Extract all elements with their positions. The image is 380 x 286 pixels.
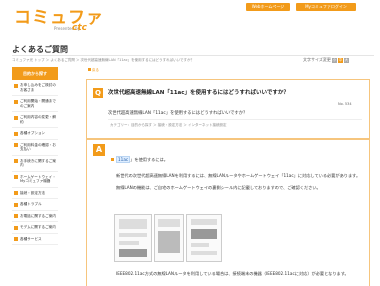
back-link[interactable]: 戻る bbox=[92, 68, 99, 73]
sidebar-item-modem[interactable]: モデムに関するご案内 bbox=[12, 222, 58, 234]
bullet-icon bbox=[14, 131, 18, 136]
answer-line-2: 無線LANの機能は、ご自宅のホームゲートウェイの裏側シール内に記載しておりますの… bbox=[116, 185, 321, 190]
answer-lead: 11ac 」を使用するには。 bbox=[116, 156, 168, 163]
sidebar-item-services[interactable]: 各種サービス bbox=[12, 234, 58, 245]
bullet-icon bbox=[14, 202, 18, 207]
answer-footer: IEEE802.11ac方式の無線LANルータを利用している場合は、接続端末の機… bbox=[116, 271, 349, 276]
bullet-icon bbox=[14, 191, 18, 195]
sidebar-item-change-cancel[interactable]: ご利用内容の変更・解約 bbox=[12, 112, 58, 128]
sidebar-item-procedures[interactable]: お手続きに関するご案内 bbox=[12, 156, 58, 172]
sidebar-item-trouble[interactable]: 各種トラブル bbox=[12, 199, 58, 211]
bullet-icon bbox=[14, 159, 18, 163]
bullet-icon bbox=[14, 214, 18, 218]
page-title: よくあるご質問 bbox=[12, 45, 68, 54]
ctc-logo: ctc bbox=[72, 23, 87, 33]
font-size-small-button[interactable]: 小 bbox=[331, 57, 337, 63]
question-body: 次世代超高速無線LAN「11ac」を使用するにはどうすればいいですか？ bbox=[108, 111, 248, 116]
font-size-medium-button[interactable]: 中 bbox=[337, 57, 343, 63]
question-q-icon: Q bbox=[93, 88, 103, 98]
font-size-large-button[interactable]: 大 bbox=[343, 57, 349, 63]
question-number: No. 534 bbox=[338, 102, 352, 106]
answer-bullet-icon bbox=[111, 158, 114, 161]
sidebar-header: 目的から探す bbox=[12, 67, 58, 80]
title-divider bbox=[12, 55, 374, 56]
question-divider bbox=[108, 119, 362, 120]
answer-lead-text: 」を使用するには。 bbox=[130, 157, 168, 162]
bullet-icon bbox=[14, 175, 18, 179]
question-title: 次世代超高速無線LAN「11ac」を使用するにはどうすればいいですか？ bbox=[108, 90, 289, 96]
my-comufa-login-button[interactable]: Myコミュファログイン bbox=[296, 3, 356, 11]
sidebar: 目的から探す お申し込みをご検討のお客さま ご利用開始・開通までのご案内 ご利用… bbox=[12, 67, 58, 245]
breadcrumb[interactable]: コミュファ光 トップ ＞ よくあるご質問 ＞ 次世代超高速無線LAN「11ac」… bbox=[12, 58, 194, 63]
bullet-icon bbox=[14, 99, 18, 104]
font-size-label: 文字サイズ変更 bbox=[303, 57, 331, 62]
answer-a-icon: A bbox=[93, 144, 105, 156]
answer-highlight: 11ac bbox=[116, 156, 131, 163]
sidebar-item-start-use[interactable]: ご利用開始・開通までのご案内 bbox=[12, 96, 58, 112]
sidebar-item-gateway[interactable]: ホームゲートウェイ・Myコミュファ機器 bbox=[12, 172, 58, 188]
device-label-image-3 bbox=[186, 214, 222, 262]
comufa-logo[interactable]: コミュファ bbox=[14, 9, 104, 27]
font-size-selector: 文字サイズ変更 小 中 大 bbox=[303, 57, 349, 63]
sidebar-item-options[interactable]: 各種オプション bbox=[12, 128, 58, 140]
bullet-icon bbox=[14, 83, 18, 88]
sidebar-item-phone[interactable]: お電話に関するご案内 bbox=[12, 211, 58, 222]
bullet-icon bbox=[14, 143, 18, 147]
sidebar-item-connection[interactable]: 接続・設定方法 bbox=[12, 188, 58, 199]
back-arrow-icon bbox=[88, 68, 91, 71]
sidebar-item-fees[interactable]: ご利用料金の確認・お支払い bbox=[12, 140, 58, 156]
bullet-icon bbox=[14, 115, 18, 120]
bullet-icon bbox=[14, 237, 18, 241]
web-homepage-button[interactable]: Webホームページ bbox=[246, 3, 290, 11]
device-label-image-1 bbox=[114, 214, 152, 262]
question-category[interactable]: カテゴリー：目的から探す ＞ 接続・設定方法 ＞ インターネット接続設定 bbox=[110, 123, 226, 128]
device-label-image-2 bbox=[154, 214, 184, 262]
sidebar-item-consider[interactable]: お申し込みをご検討のお客さま bbox=[12, 80, 58, 96]
bullet-icon bbox=[14, 225, 18, 230]
answer-line-1: 新世代の次世代超高速無線LANを利用するには、無線LANルータやホームゲートウェ… bbox=[116, 173, 361, 178]
